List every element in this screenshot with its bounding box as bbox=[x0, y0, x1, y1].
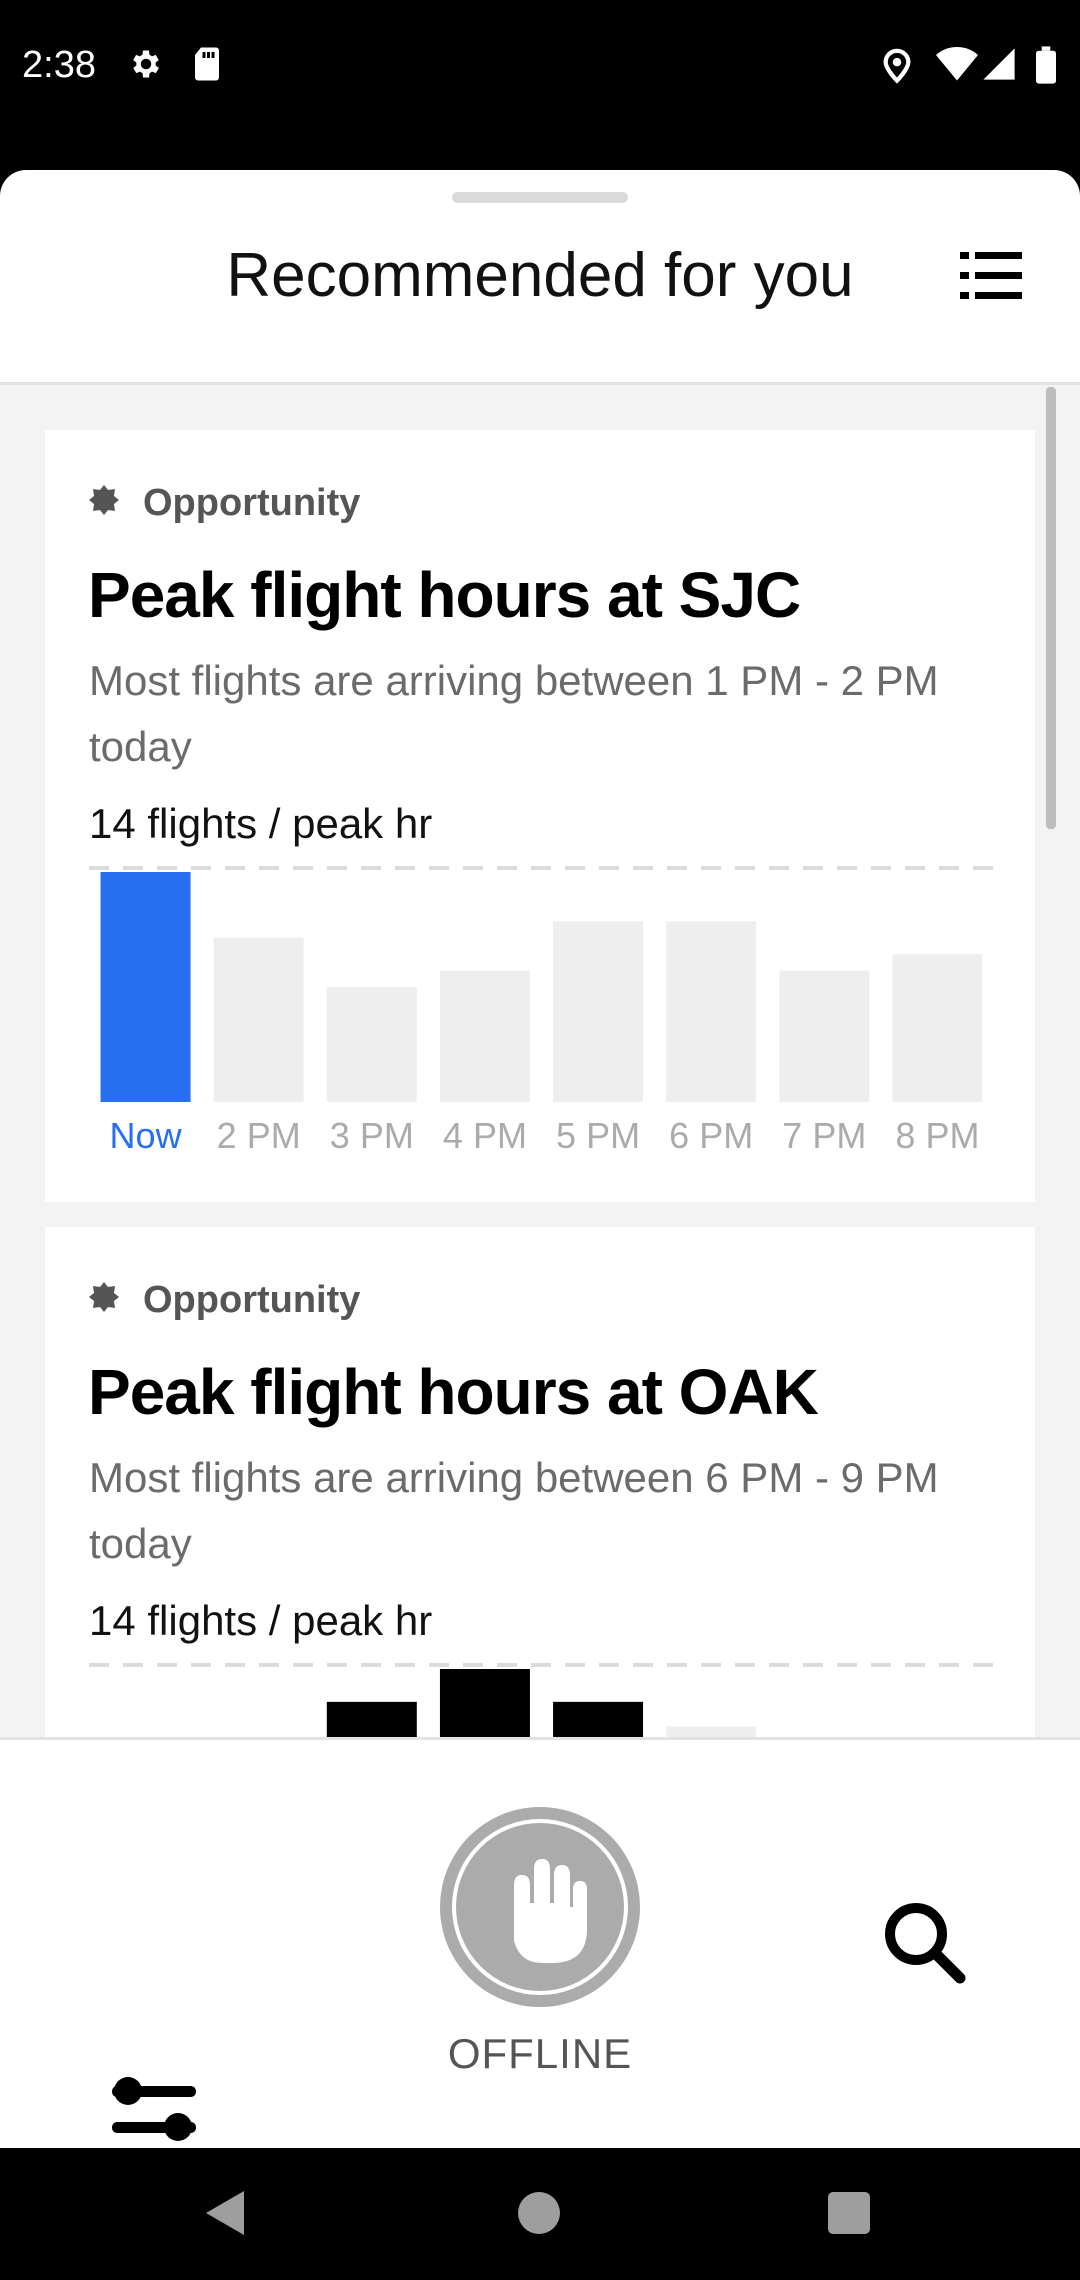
gear-icon bbox=[133, 50, 159, 78]
chart-bar bbox=[553, 1701, 644, 1737]
home-icon[interactable] bbox=[518, 2192, 560, 2234]
chart-bar bbox=[666, 1726, 757, 1737]
flight-bar-chart bbox=[89, 1663, 994, 1737]
sheet-title: Recommended for you bbox=[226, 241, 854, 310]
wifi-icon bbox=[936, 46, 978, 81]
recommendation-feed[interactable]: Opportunity Peak flight hours at SJC Mos… bbox=[0, 385, 1080, 1737]
chart-tick-label: 7 PM bbox=[782, 1115, 866, 1156]
sd-card-icon bbox=[195, 47, 219, 81]
sheet-drag-handle[interactable] bbox=[452, 192, 628, 203]
list-icon[interactable] bbox=[960, 250, 1022, 302]
opportunity-badge-icon bbox=[89, 1282, 119, 1312]
card-description: Most flights are arriving between 6 PM -… bbox=[89, 1454, 939, 1567]
back-icon[interactable] bbox=[202, 2188, 248, 2238]
signal-icon bbox=[983, 48, 1015, 80]
chart-tick-label: 3 PM bbox=[330, 1115, 414, 1156]
search-icon[interactable] bbox=[882, 1900, 966, 1984]
chart-bar bbox=[779, 970, 870, 1102]
chart-bar bbox=[100, 872, 191, 1102]
chart-bar bbox=[326, 1701, 417, 1737]
flight-bar-chart: Now 2 PM 3 PM 4 PM 5 PM 6 PM 7 PM 8 PM bbox=[89, 866, 994, 1156]
status-time: 2:38 bbox=[22, 44, 96, 86]
opportunity-badge-label: Opportunity bbox=[143, 1279, 361, 1321]
opportunity-card[interactable]: Opportunity Peak flight hours at SJC Mos… bbox=[45, 430, 1035, 1202]
chart-bar bbox=[213, 937, 304, 1102]
opportunity-card[interactable]: Opportunity Peak flight hours at OAK Mos… bbox=[45, 1227, 1035, 1737]
filter-icon[interactable] bbox=[112, 2070, 196, 2148]
chart-bar bbox=[666, 921, 757, 1102]
hand-icon bbox=[514, 1859, 587, 1963]
card-title: Peak flight hours at SJC bbox=[88, 559, 801, 631]
chart-tick-label: Now bbox=[110, 1115, 183, 1156]
battery-icon bbox=[1036, 46, 1056, 84]
chart-bar bbox=[439, 970, 530, 1102]
scrollbar[interactable] bbox=[1046, 387, 1056, 829]
chart-tick-label: 5 PM bbox=[556, 1115, 640, 1156]
go-offline-button[interactable] bbox=[440, 1807, 640, 2007]
opportunity-badge-icon bbox=[89, 485, 119, 515]
chart-bar bbox=[892, 954, 983, 1102]
location-icon bbox=[883, 48, 911, 84]
chart-tick-label: 8 PM bbox=[895, 1115, 979, 1156]
system-nav-bar bbox=[0, 2148, 1080, 2280]
recent-apps-icon[interactable] bbox=[828, 2192, 870, 2234]
card-metric: 14 flights / peak hr bbox=[89, 800, 433, 847]
chart-tick-label: 4 PM bbox=[443, 1115, 527, 1156]
card-title: Peak flight hours at OAK bbox=[88, 1356, 819, 1428]
chart-tick-label: 6 PM bbox=[669, 1115, 753, 1156]
card-metric: 14 flights / peak hr bbox=[89, 1597, 433, 1644]
offline-status-label: OFFLINE bbox=[447, 2030, 633, 2077]
chart-bar bbox=[326, 987, 417, 1102]
opportunity-badge-label: Opportunity bbox=[143, 482, 361, 524]
chart-bar bbox=[439, 1669, 530, 1737]
chart-bar bbox=[553, 921, 644, 1102]
chart-tick-label: 2 PM bbox=[217, 1115, 301, 1156]
card-description: Most flights are arriving between 1 PM -… bbox=[89, 657, 939, 770]
status-bar: 2:38 bbox=[0, 0, 1080, 170]
